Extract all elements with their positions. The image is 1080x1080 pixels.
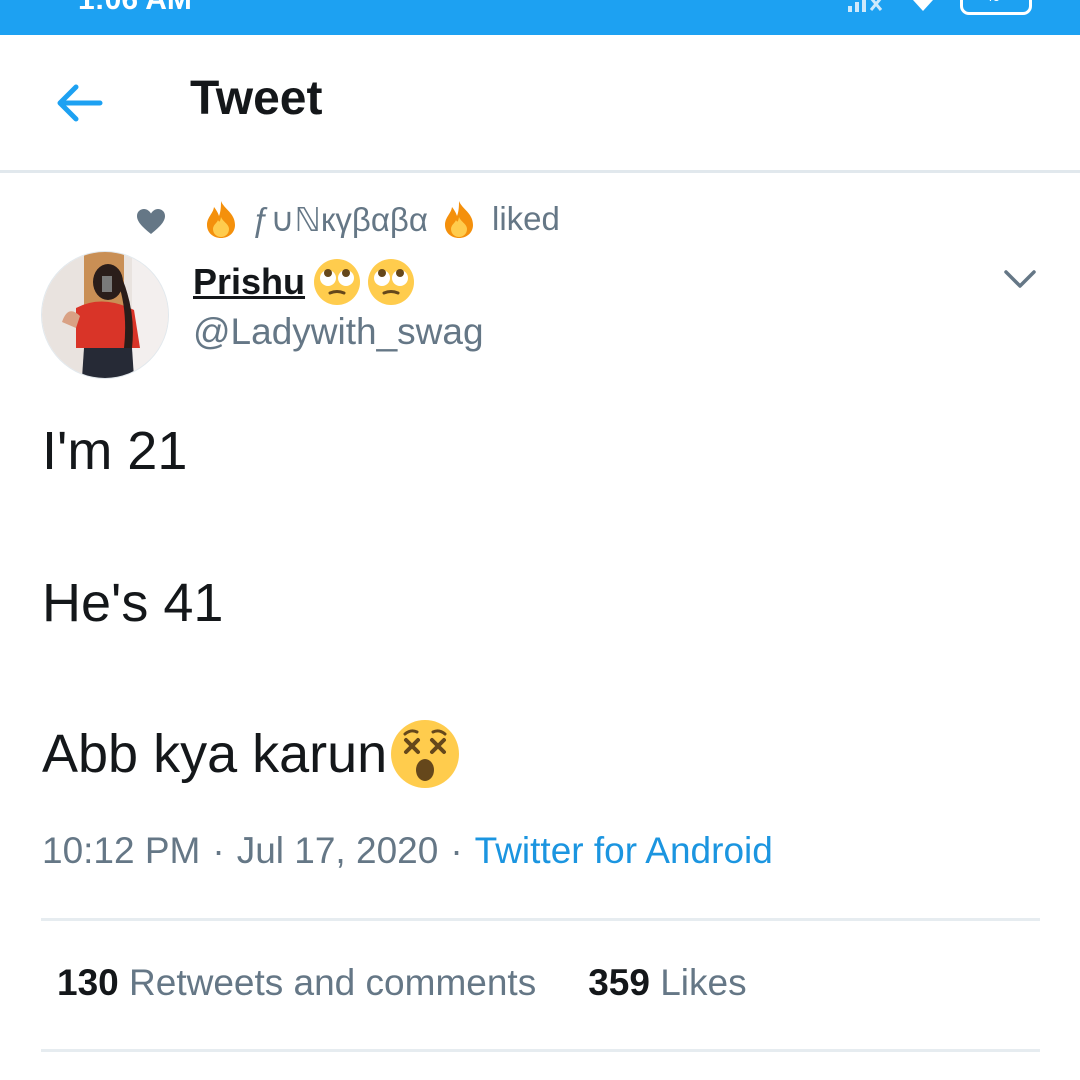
divider (41, 918, 1040, 921)
tweet-text-line: He's 41 (42, 573, 224, 633)
divider (41, 1049, 1040, 1052)
face-with-rolling-eyes-emoji (314, 259, 361, 305)
more-options-button[interactable] (1000, 262, 1040, 298)
fire-emoji (207, 201, 235, 238)
dizzy-face-emoji (391, 720, 460, 788)
back-button[interactable] (46, 75, 110, 131)
signal-icon (848, 0, 883, 12)
status-bar: 1:06 AM 49 (0, 0, 1080, 35)
tweet-meta: 10:12 PM · Jul 17, 2020 · Twitter for An… (42, 830, 773, 872)
liked-label: liked (492, 200, 560, 237)
page-title: Tweet (190, 72, 323, 125)
tweet-text-line-with-emoji: Abb kya karun (42, 718, 461, 790)
face-with-rolling-eyes-emoji (368, 259, 415, 305)
fire-emoji (445, 201, 473, 238)
retweets-label: Retweets and comments (129, 962, 537, 1003)
author-name[interactable]: Prishu (193, 261, 305, 303)
meta-separator: · (450, 830, 463, 871)
tweet-time: 10:12 PM (42, 830, 201, 871)
arrow-left-icon (57, 84, 103, 122)
avatar-photo (42, 252, 168, 378)
battery-level: 49 (985, 0, 1001, 4)
social-context: ƒ∪ℕкγβαβα liked (136, 196, 560, 242)
status-icons: 49 (846, 0, 1032, 16)
chevron-down-icon (1004, 270, 1036, 288)
heart-icon (137, 209, 165, 234)
likes-count: 359 (588, 962, 650, 1003)
tweet-source-link[interactable]: Twitter for Android (475, 830, 773, 872)
author-name-row[interactable]: Prishu (193, 258, 415, 306)
app-header: Tweet (0, 35, 1080, 173)
retweets-count: 130 (57, 962, 119, 1003)
liker-name[interactable]: ƒ∪ℕкγβαβα (252, 200, 428, 239)
tweet-text-line: Abb kya karun (42, 724, 388, 784)
retweets-stat[interactable]: 130 Retweets and comments (57, 962, 536, 1004)
wifi-icon (913, 0, 933, 11)
likes-stat[interactable]: 359 Likes (588, 962, 746, 1004)
author-handle[interactable]: @Ladywith_swag (193, 311, 484, 353)
meta-separator: · (212, 830, 225, 871)
tweet-text-line: I'm 21 (42, 421, 188, 481)
battery-icon: 49 (960, 0, 1032, 15)
status-time: 1:06 AM (78, 0, 192, 17)
tweet-stats: 130 Retweets and comments 359 Likes (57, 962, 747, 1004)
likes-label: Likes (660, 962, 747, 1003)
tweet-date: Jul 17, 2020 (236, 830, 439, 871)
avatar[interactable] (41, 251, 169, 379)
